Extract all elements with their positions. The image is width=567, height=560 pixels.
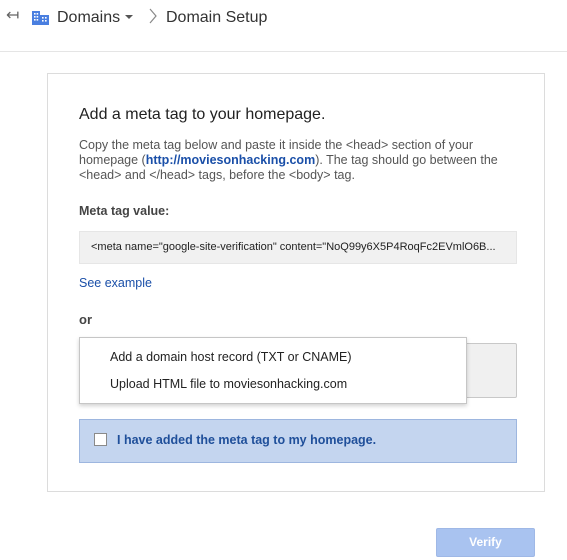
see-example-link[interactable]: See example — [79, 276, 152, 290]
building-icon — [32, 11, 49, 25]
chevron-right-icon — [149, 8, 157, 24]
or-label: or — [79, 312, 92, 327]
meta-tag-value-field[interactable]: <meta name="google-site-verification" co… — [79, 231, 517, 264]
breadcrumb-domains[interactable]: Domains — [57, 8, 120, 28]
verify-button[interactable]: Verify — [436, 528, 535, 557]
chevron-down-icon[interactable] — [125, 15, 133, 19]
card-description: Copy the meta tag below and paste it ins… — [79, 138, 519, 183]
confirmation-row[interactable]: I have added the meta tag to my homepage… — [79, 419, 517, 463]
top-bar: ↤ Domains Domain Setup — [0, 0, 567, 52]
confirm-checkbox-label[interactable]: I have added the meta tag to my homepage… — [117, 433, 376, 447]
menu-item-upload-html-file[interactable]: Upload HTML file to moviesonhacking.com — [110, 377, 347, 392]
confirm-checkbox[interactable] — [94, 433, 107, 446]
homepage-link[interactable]: http://moviesonhacking.com — [146, 153, 315, 167]
page-title: Domain Setup — [166, 9, 268, 26]
alternate-method-menu: Add a domain host record (TXT or CNAME) … — [79, 337, 467, 404]
meta-tag-card: Add a meta tag to your homepage. Copy th… — [47, 73, 545, 492]
back-arrow-icon[interactable]: ↤ — [6, 6, 19, 26]
menu-item-domain-host-record[interactable]: Add a domain host record (TXT or CNAME) — [110, 350, 352, 365]
meta-tag-label: Meta tag value: — [79, 204, 170, 218]
card-title: Add a meta tag to your homepage. — [79, 106, 326, 123]
